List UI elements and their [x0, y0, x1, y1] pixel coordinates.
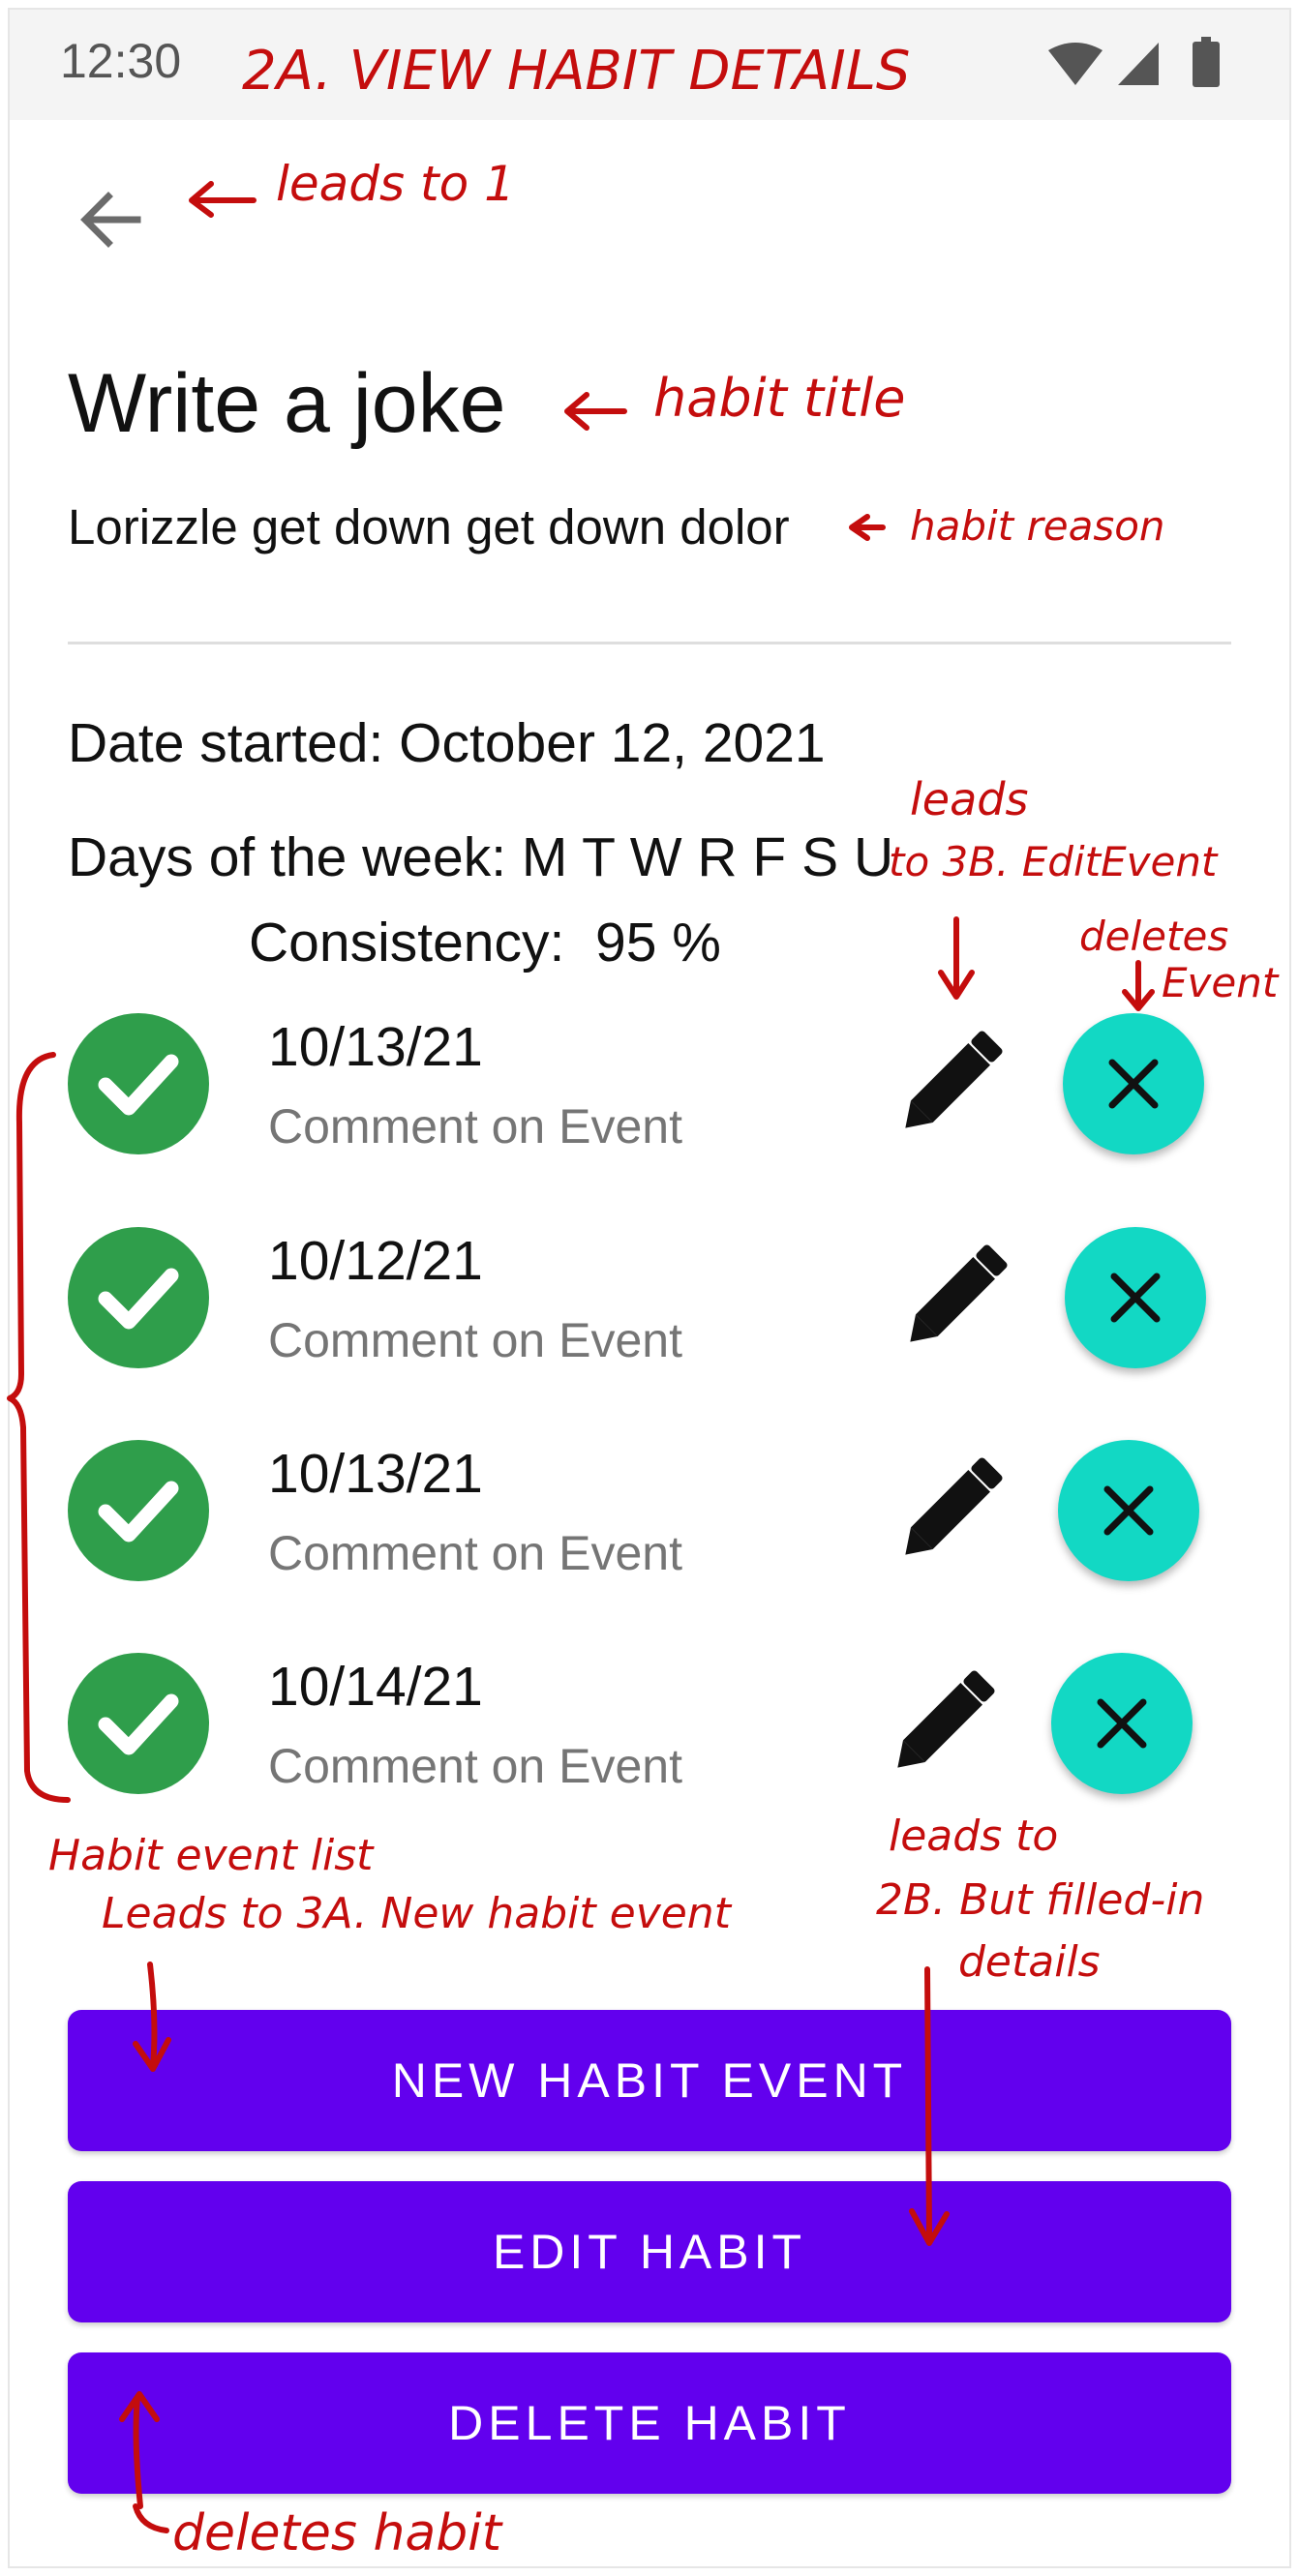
event-date: 10/14/21	[268, 1656, 483, 1718]
event-date: 10/13/21	[268, 1443, 483, 1505]
habit-reason: Lorizzle get down get down dolor	[68, 499, 790, 554]
event-comment: Comment on Event	[268, 1526, 682, 1580]
battery-icon	[1193, 37, 1220, 87]
list-item[interactable]: 10/14/21 Comment on Event	[0, 1653, 1299, 1798]
date-started: Date started: October 12, 2021	[68, 712, 826, 774]
back-arrow-icon[interactable]	[77, 187, 143, 253]
list-item[interactable]: 10/13/21 Comment on Event	[0, 1013, 1299, 1158]
close-icon	[1108, 1059, 1159, 1109]
signal-icon	[1118, 43, 1159, 85]
pencil-icon[interactable]	[891, 1023, 1011, 1143]
event-comment: Comment on Event	[268, 1099, 682, 1153]
list-item[interactable]: 10/13/21 Comment on Event	[0, 1440, 1299, 1585]
delete-event-button[interactable]	[1063, 1013, 1204, 1154]
close-icon	[1097, 1698, 1147, 1749]
check-icon	[68, 1013, 209, 1154]
pencil-icon[interactable]	[883, 1662, 1003, 1782]
close-icon	[1103, 1485, 1154, 1536]
event-comment: Comment on Event	[268, 1739, 682, 1793]
delete-event-button[interactable]	[1058, 1440, 1199, 1581]
list-item[interactable]: 10/12/21 Comment on Event	[0, 1227, 1299, 1372]
wifi-icon	[1048, 43, 1103, 85]
close-icon	[1110, 1273, 1161, 1323]
check-icon	[68, 1440, 209, 1581]
pencil-icon[interactable]	[891, 1450, 1011, 1570]
check-icon	[68, 1653, 209, 1794]
delete-event-button[interactable]	[1051, 1653, 1193, 1794]
status-time: 12:30	[60, 34, 182, 88]
habit-title: Write a joke	[68, 357, 506, 450]
event-date: 10/13/21	[268, 1016, 483, 1078]
consistency-label: Consistency:	[249, 912, 565, 973]
event-comment: Comment on Event	[268, 1313, 682, 1367]
pencil-icon[interactable]	[895, 1237, 1015, 1357]
delete-event-button[interactable]	[1065, 1227, 1206, 1368]
days-of-week: Days of the week: M T W R F S U	[68, 826, 894, 888]
consistency: Consistency: 95 %	[249, 911, 721, 974]
check-icon	[68, 1227, 209, 1368]
event-date: 10/12/21	[268, 1230, 483, 1292]
divider	[68, 642, 1231, 644]
edit-habit-button[interactable]: EDIT HABIT	[68, 2181, 1231, 2322]
new-habit-event-button[interactable]: NEW HABIT EVENT	[68, 2010, 1231, 2151]
consistency-value: 95 %	[595, 912, 721, 973]
delete-habit-button[interactable]: DELETE HABIT	[68, 2352, 1231, 2494]
